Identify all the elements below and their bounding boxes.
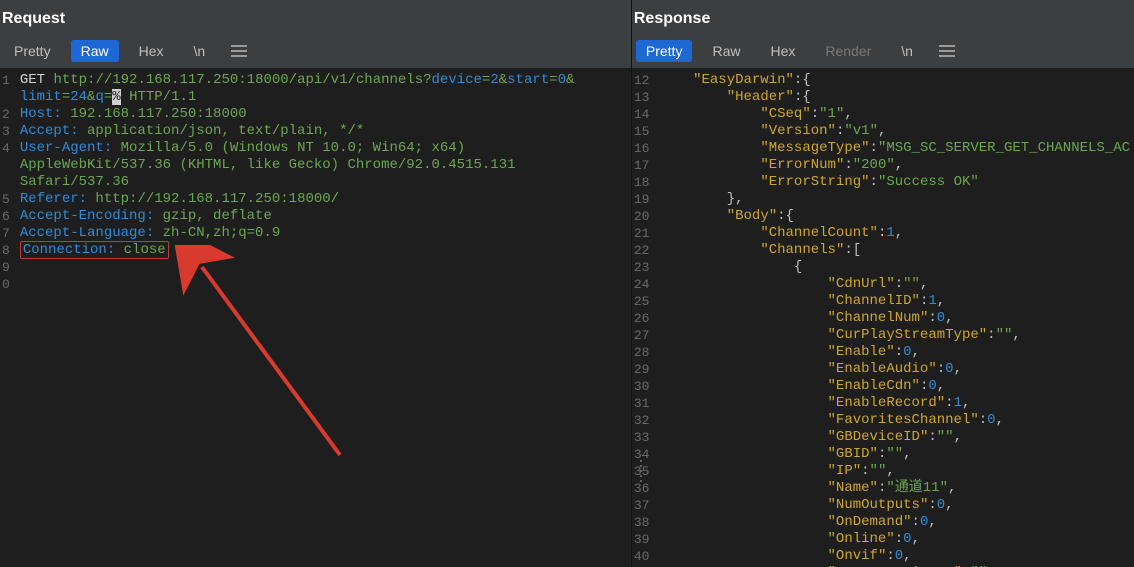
response-toolbar: Pretty Raw Hex Render \n [632, 36, 1134, 68]
tab-hex[interactable]: Hex [129, 40, 174, 62]
panel-splitter[interactable] [637, 0, 643, 567]
request-code[interactable]: 1 2 3 4 5 6 7 8 9 0 GET http://192.168.1… [0, 68, 631, 567]
response-menu-icon[interactable] [933, 41, 961, 61]
response-body: "EasyDarwin":{ "Header":{ "CSeq":"1", "V… [653, 68, 1134, 567]
response-panel: Response Pretty Raw Hex Render \n 121314… [632, 0, 1134, 567]
tab-raw[interactable]: Raw [71, 40, 119, 62]
tab-pretty-resp[interactable]: Pretty [636, 40, 693, 62]
request-toolbar: Pretty Raw Hex \n [0, 36, 631, 68]
response-code[interactable]: 1213141516171819202122232425262728293031… [632, 68, 1134, 567]
request-title: Request [0, 0, 631, 36]
request-gutter: 1 2 3 4 5 6 7 8 9 0 [0, 68, 14, 567]
request-menu-icon[interactable] [225, 41, 253, 61]
tab-render-resp[interactable]: Render [815, 40, 881, 62]
tab-raw-resp[interactable]: Raw [702, 40, 750, 62]
highlighted-header: Connection: close [20, 241, 169, 259]
tab-hex-resp[interactable]: Hex [760, 40, 805, 62]
tab-newline[interactable]: \n [184, 40, 216, 62]
request-body: GET http://192.168.117.250:18000/api/v1/… [14, 68, 579, 567]
response-title: Response [632, 0, 1134, 36]
tab-pretty[interactable]: Pretty [4, 40, 61, 62]
tab-newline-resp[interactable]: \n [891, 40, 923, 62]
request-panel: Request Pretty Raw Hex \n 1 2 3 4 5 6 7 … [0, 0, 632, 567]
